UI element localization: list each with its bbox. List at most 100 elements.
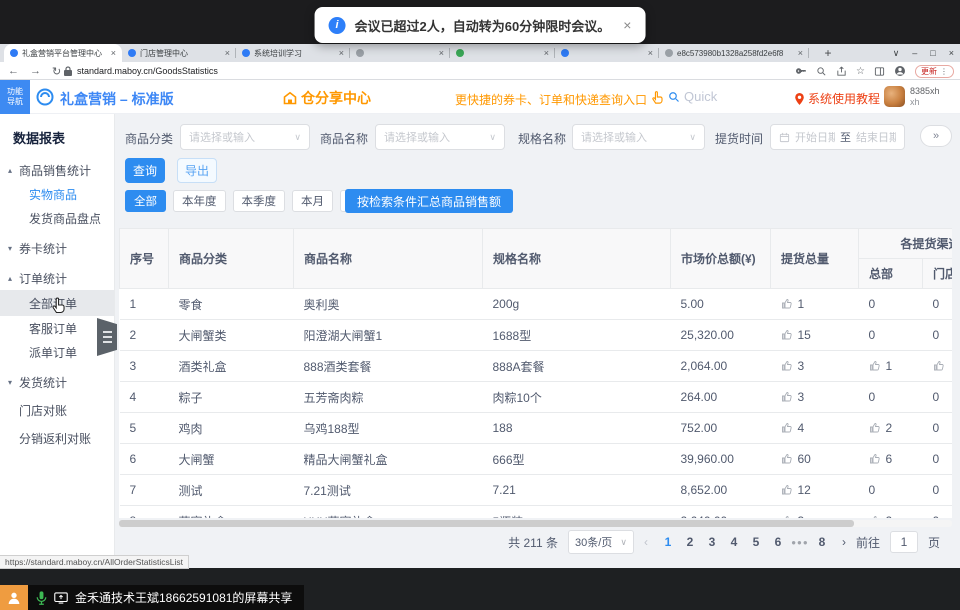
warehouse-share-center-link[interactable]: 仓分享中心 xyxy=(283,88,371,108)
cell-hq[interactable]: 1 xyxy=(859,351,923,382)
tab-close-icon[interactable]: × xyxy=(225,48,230,58)
sidepanel-icon[interactable] xyxy=(874,66,885,77)
browser-tab-hidden-2[interactable]: × xyxy=(450,44,555,62)
cell-pickup-total[interactable]: 3 xyxy=(771,506,859,519)
tab-close-icon[interactable]: × xyxy=(648,48,653,58)
cell-pickup-total[interactable]: 15 xyxy=(771,320,859,351)
cell-no: 4 xyxy=(120,382,169,413)
browser-tab-store-admin[interactable]: 门店管理中心× xyxy=(122,44,236,62)
sidebar-item-store-reconciliation[interactable]: 门店对账 xyxy=(0,398,114,422)
cell-hq[interactable]: 2 xyxy=(859,413,923,444)
sidebar-item-shipping-stats[interactable]: ▾发货统计 xyxy=(0,370,114,394)
sidebar-collapse-handle[interactable] xyxy=(97,318,117,356)
page-size-select[interactable]: 30条/页 ∨ xyxy=(568,530,634,554)
sidebar-item-coupon-card-stats[interactable]: ▾券卡统计 xyxy=(0,236,114,260)
name-select[interactable]: 请选择或输入 ∨ xyxy=(375,124,505,150)
back-icon[interactable]: ← xyxy=(8,65,19,77)
range-tab[interactable]: 本季度 xyxy=(233,190,286,212)
sidebar-item-distribution-rebate[interactable]: 分销返利对账 xyxy=(0,426,114,450)
sidebar-item-dispatch-orders[interactable]: 派单订单 xyxy=(0,340,114,364)
browser-tab-hidden-1[interactable]: × xyxy=(350,44,450,62)
more-icon[interactable]: ⋮ xyxy=(940,67,948,76)
tab-search-icon[interactable]: ∨ xyxy=(893,48,900,59)
query-button[interactable]: 查询 xyxy=(125,158,165,183)
expand-filters-button[interactable]: » xyxy=(920,125,952,147)
key-icon[interactable] xyxy=(795,65,807,77)
sidebar-item-label: 客服订单 xyxy=(29,320,77,337)
tab-close-icon[interactable]: × xyxy=(111,48,116,58)
microphone-icon[interactable] xyxy=(36,591,47,605)
profile-icon[interactable] xyxy=(894,65,906,77)
tab-close-icon[interactable]: × xyxy=(544,48,549,58)
page-number[interactable]: 4 xyxy=(724,535,744,549)
zoom-icon[interactable] xyxy=(816,66,827,77)
cell-hq[interactable]: 2 xyxy=(859,506,923,519)
sidebar-item-shipped-goods-inventory[interactable]: 发货商品盘点 xyxy=(0,206,114,230)
close-icon[interactable]: × xyxy=(623,17,631,33)
next-page-icon[interactable]: › xyxy=(842,535,846,549)
user-avatar[interactable] xyxy=(884,86,905,107)
pickup-date-range[interactable]: 开始日期 至 结束日期 xyxy=(770,124,905,150)
url-text[interactable]: standard.maboy.cn/GoodsStatistics xyxy=(77,66,218,76)
tab-title: 礼盒营销平台管理中心 xyxy=(22,48,107,59)
tab-close-icon[interactable]: × xyxy=(798,48,803,58)
minimize-icon[interactable]: – xyxy=(912,48,917,58)
page-number[interactable]: 6 xyxy=(768,535,788,549)
browser-tab-hash[interactable]: e8c573980b1328a258fd2e6f8× xyxy=(659,44,809,62)
reload-icon[interactable]: ↻ xyxy=(52,65,61,78)
sidebar-item-physical-goods[interactable]: 实物商品 xyxy=(0,182,114,206)
maximize-icon[interactable]: □ xyxy=(930,48,935,58)
function-nav-button[interactable]: 功能 导航 xyxy=(0,80,30,114)
category-select[interactable]: 请选择或输入 ∨ xyxy=(180,124,310,150)
cell-pickup-total[interactable]: 1 xyxy=(771,289,859,320)
horizontal-scrollbar[interactable] xyxy=(119,520,952,527)
share-icon[interactable] xyxy=(836,66,847,77)
system-tutorial-link[interactable]: 系统使用教程 xyxy=(795,90,880,107)
cell-hq[interactable]: 6 xyxy=(859,444,923,475)
page-number[interactable]: 5 xyxy=(746,535,766,549)
sidebar-item-order-stats[interactable]: ▴订单统计 xyxy=(0,266,114,290)
close-window-icon[interactable]: × xyxy=(949,48,954,58)
cell-pickup-total[interactable]: 12 xyxy=(771,475,859,506)
tab-close-icon[interactable]: × xyxy=(439,48,444,58)
new-tab-button[interactable]: + xyxy=(820,46,836,60)
forward-icon[interactable]: → xyxy=(30,65,41,77)
sidebar-item-service-orders[interactable]: 客服订单 xyxy=(0,316,114,340)
export-button[interactable]: 导出 xyxy=(177,158,217,183)
thumb-up-icon xyxy=(869,422,881,434)
browser-tab-gift-admin[interactable]: 礼盒营销平台管理中心 × xyxy=(4,44,122,62)
participant-icon[interactable] xyxy=(0,585,28,610)
sidebar-item-goods-sales-stats[interactable]: ▴商品销售统计 xyxy=(0,158,114,182)
col-header-category: 商品分类 xyxy=(169,229,294,289)
range-tab[interactable]: 本年度 xyxy=(173,190,226,212)
screen-share-icon[interactable] xyxy=(54,592,68,604)
browser-tab-hidden-3[interactable]: × xyxy=(555,44,659,62)
summary-button[interactable]: 按检索条件汇总商品销售额 xyxy=(345,189,513,213)
page-number[interactable]: 8 xyxy=(812,535,832,549)
browser-update-button[interactable]: 更新 ⋮ xyxy=(915,65,954,78)
quick-search[interactable]: Quick xyxy=(668,89,717,104)
cell-store[interactable] xyxy=(923,351,953,382)
cell-price: 25,320.00 xyxy=(671,320,771,351)
spec-select[interactable]: 请选择或输入 ∨ xyxy=(572,124,705,150)
bookmark-star-icon[interactable]: ☆ xyxy=(856,66,865,77)
cell-store: 0 xyxy=(923,289,953,320)
cell-pickup-total[interactable]: 60 xyxy=(771,444,859,475)
goto-page-input[interactable]: 1 xyxy=(890,531,918,553)
page-number[interactable]: 1 xyxy=(658,535,678,549)
scrollbar-thumb[interactable] xyxy=(119,520,854,527)
cell-pickup-total[interactable]: 3 xyxy=(771,351,859,382)
cell-no: 1 xyxy=(120,289,169,320)
prev-page-icon[interactable]: ‹ xyxy=(644,535,648,549)
page-number[interactable]: 2 xyxy=(680,535,700,549)
tab-close-icon[interactable]: × xyxy=(339,48,344,58)
page-number[interactable]: 3 xyxy=(702,535,722,549)
cell-pickup-total[interactable]: 4 xyxy=(771,413,859,444)
range-tab[interactable]: 本月 xyxy=(292,190,333,212)
address-bar[interactable]: standard.maboy.cn/GoodsStatistics xyxy=(64,62,218,80)
range-tab[interactable]: 全部 xyxy=(125,190,166,212)
thumb-up-icon xyxy=(781,422,793,434)
cell-pickup-total[interactable]: 3 xyxy=(771,382,859,413)
browser-tab-training[interactable]: 系统培训学习× xyxy=(236,44,350,62)
pickup-count: 2 xyxy=(886,514,893,518)
